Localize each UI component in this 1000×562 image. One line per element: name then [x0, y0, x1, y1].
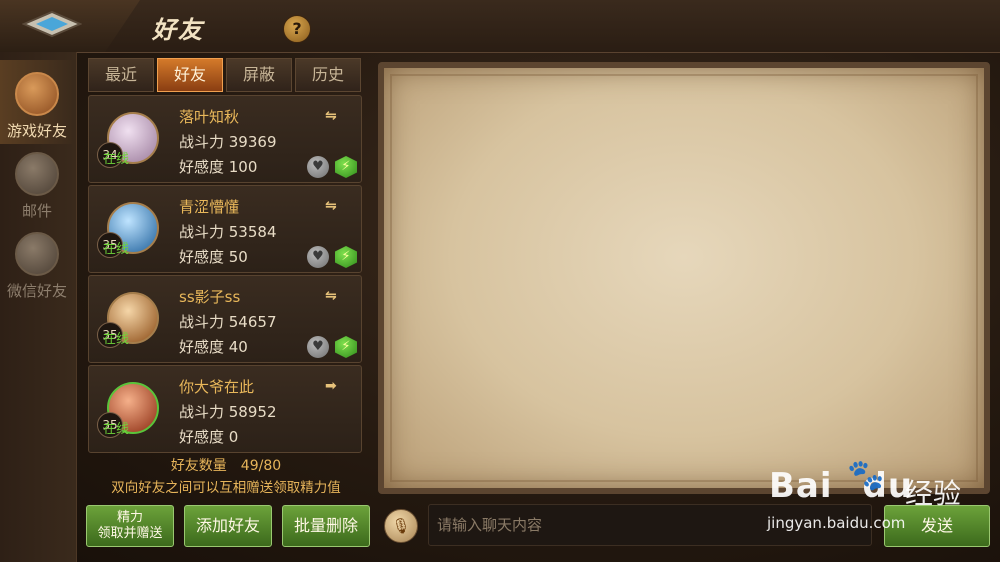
energy-icon[interactable]: ⚡	[335, 246, 357, 268]
chat-panel	[378, 62, 990, 494]
tab-friends[interactable]: 好友	[157, 58, 223, 92]
tab-blocked[interactable]: 屏蔽	[226, 58, 292, 92]
add-friend-button[interactable]: 添加好友	[184, 505, 272, 547]
friend-count: 好友数量 49/80	[170, 458, 282, 474]
friend-card[interactable]: 35 在线 你大爷在此 战斗力 58952 好感度 0 ➡	[88, 365, 362, 453]
sidebar-item-label: 邮件	[21, 202, 52, 220]
two-way-arrow-icon: ⇋	[325, 288, 337, 304]
friend-affinity: 好感度 100	[179, 158, 258, 176]
friend-affinity: 好感度 50	[179, 248, 248, 266]
sidebar-item-label: 游戏好友	[6, 122, 67, 140]
online-status: 在线	[103, 332, 130, 347]
online-status: 在线	[103, 152, 130, 167]
wechat-handshake-icon	[15, 232, 59, 276]
energy-icon[interactable]: ⚡	[335, 336, 357, 358]
online-status: 在线	[103, 422, 130, 437]
friend-card[interactable]: 34 在线 落叶知秋 战斗力 39369 好感度 100 ⇋ ♥ ⚡	[88, 95, 362, 183]
online-status: 在线	[103, 242, 130, 257]
heart-icon[interactable]: ♥	[307, 336, 329, 358]
friend-power: 战斗力 39369	[179, 133, 277, 151]
heart-icon[interactable]: ♥	[307, 246, 329, 268]
chat-input[interactable]	[428, 504, 872, 546]
page-title: 好友	[152, 16, 204, 44]
friend-card[interactable]: 35 在线 青涩懵懂 战斗力 53584 好感度 50 ⇋ ♥ ⚡	[88, 185, 362, 273]
friend-summary: 好友数量 49/80 双向好友之间可以互相赠送领取精力值	[88, 455, 364, 496]
chat-area	[390, 74, 978, 482]
friend-name: 青涩懵懂	[179, 198, 240, 216]
heart-icon[interactable]: ♥	[307, 156, 329, 178]
friend-tip: 双向好友之间可以互相赠送领取精力值	[111, 480, 341, 496]
handshake-icon	[15, 72, 59, 116]
top-bar: 好友 ?	[0, 0, 1000, 53]
batch-delete-button[interactable]: 批量删除	[282, 505, 370, 547]
two-way-arrow-icon: ⇋	[325, 198, 337, 214]
energy-gift-line2: 领取并赠送	[97, 526, 163, 541]
send-button[interactable]: 发送	[884, 505, 990, 547]
friend-name: 落叶知秋	[179, 108, 240, 126]
sidebar-item-label: 微信好友	[6, 282, 67, 300]
energy-icon[interactable]: ⚡	[335, 156, 357, 178]
microphone-icon[interactable]: 🎙	[384, 509, 418, 543]
energy-gift-line1: 精力	[116, 510, 143, 525]
tab-recent[interactable]: 最近	[88, 58, 154, 92]
sidebar-item-game-friends[interactable]: 游戏好友	[0, 60, 74, 144]
friend-list: 34 在线 落叶知秋 战斗力 39369 好感度 100 ⇋ ♥ ⚡ 35 在线…	[88, 95, 364, 495]
tab-history[interactable]: 历史	[295, 58, 361, 92]
back-button[interactable]	[0, 0, 140, 52]
friend-power: 战斗力 54657	[179, 313, 277, 331]
friend-card[interactable]: 35 在线 ss影子ss 战斗力 54657 好感度 40 ⇋ ♥ ⚡	[88, 275, 362, 363]
friend-name: 你大爷在此	[179, 378, 255, 396]
friend-name: ss影子ss	[179, 288, 241, 306]
sidebar-item-wechat-friends[interactable]: 微信好友	[0, 220, 74, 304]
friend-affinity: 好感度 0	[179, 428, 239, 446]
help-icon[interactable]: ?	[283, 15, 311, 43]
friend-power: 战斗力 58952	[179, 403, 277, 421]
energy-gift-button[interactable]: 精力 领取并赠送	[86, 505, 174, 547]
friend-tabs: 最近 好友 屏蔽 历史	[88, 58, 362, 92]
one-way-arrow-icon: ➡	[325, 378, 337, 394]
sidebar: 游戏好友 邮件 微信好友	[0, 52, 77, 562]
sidebar-item-mail[interactable]: 邮件	[0, 140, 74, 224]
friend-affinity: 好感度 40	[179, 338, 248, 356]
two-way-arrow-icon: ⇋	[325, 108, 337, 124]
mail-icon	[15, 152, 59, 196]
friend-power: 战斗力 53584	[179, 223, 277, 241]
back-arrow-icon	[22, 10, 82, 38]
